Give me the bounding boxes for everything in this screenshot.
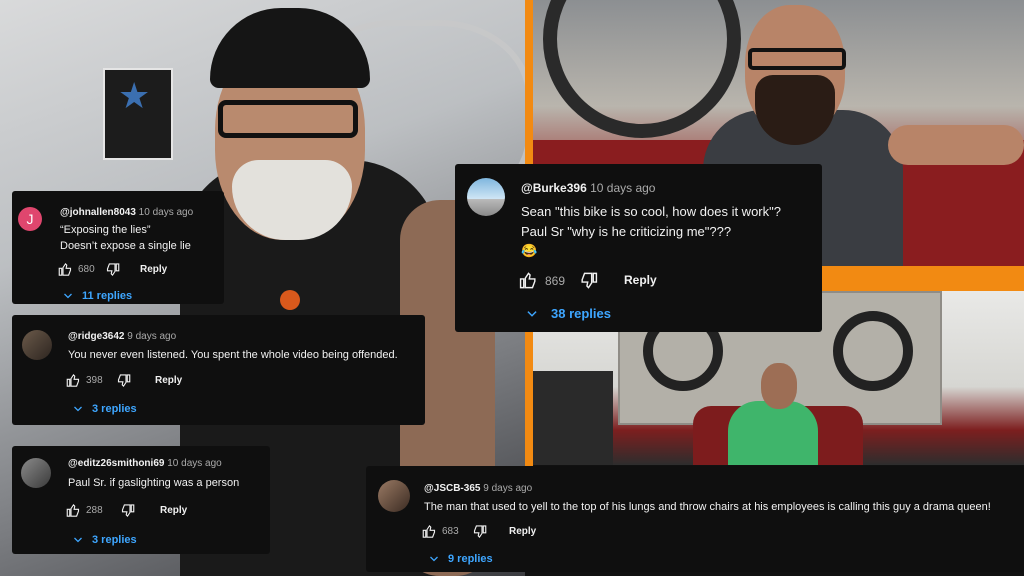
thumbs-down-icon — [121, 504, 135, 518]
thumbs-up-icon — [66, 373, 80, 387]
avatar[interactable] — [378, 480, 410, 512]
thumbs-down-icon — [581, 272, 598, 289]
view-replies-button[interactable]: 38 replies — [525, 306, 611, 321]
comment-time: 10 days ago — [138, 207, 194, 218]
comment-card: @Burke396 10 days ago Sean "this bike is… — [455, 164, 822, 332]
like-button[interactable]: 398 — [66, 373, 103, 388]
glasses — [748, 48, 846, 70]
comment-header: @JSCB-365 9 days ago — [424, 483, 532, 494]
chevron-down-icon — [74, 406, 82, 412]
like-count: 869 — [545, 273, 566, 288]
reply-button[interactable]: Reply — [140, 264, 167, 275]
thumbs-up-icon — [422, 524, 436, 538]
glasses — [218, 100, 358, 138]
replies-count: 9 replies — [448, 553, 493, 565]
person-body — [728, 401, 818, 465]
avatar[interactable] — [21, 458, 51, 488]
comment-text-line: “Exposing the lies” — [60, 224, 151, 236]
like-button[interactable]: 680 — [58, 262, 95, 277]
chevron-down-icon — [64, 293, 72, 299]
view-replies-button[interactable]: 3 replies — [72, 403, 137, 415]
thumbs-up-icon — [519, 272, 536, 289]
comment-time: 9 days ago — [483, 483, 533, 494]
dislike-button[interactable] — [105, 262, 120, 277]
comment-text-line: Paul Sr. if gaslighting was a person — [68, 477, 240, 489]
comment-time: 10 days ago — [167, 458, 222, 469]
replies-count: 3 replies — [92, 403, 137, 415]
avatar[interactable] — [22, 330, 52, 360]
comment-text-line: You never even listened. You spent the w… — [68, 349, 398, 361]
replies-count: 3 replies — [92, 534, 137, 546]
wheel-shape — [833, 311, 913, 391]
reply-button[interactable]: Reply — [155, 375, 182, 386]
comment-text-line: Sean "this bike is so cool, how does it … — [521, 204, 781, 219]
like-count: 288 — [86, 505, 103, 516]
comment-text-emoji: 😂 — [521, 243, 538, 258]
like-button[interactable]: 288 — [66, 503, 103, 518]
person-head — [761, 363, 797, 409]
like-count: 683 — [442, 526, 459, 537]
comment-time: 10 days ago — [590, 181, 656, 195]
comment-header: @Burke396 10 days ago — [521, 181, 655, 195]
comment-handle[interactable]: @editz26smithoni69 — [68, 458, 164, 469]
avatar-letter: J — [26, 211, 34, 227]
reply-button[interactable]: Reply — [624, 273, 657, 287]
wheel-shape — [543, 0, 741, 138]
dislike-button[interactable] — [120, 503, 135, 518]
reply-button[interactable]: Reply — [509, 526, 536, 537]
dislike-button[interactable] — [579, 271, 598, 290]
beanie — [210, 8, 370, 88]
like-count: 398 — [86, 375, 103, 386]
like-button[interactable]: 683 — [422, 524, 459, 539]
thumbs-down-icon — [117, 374, 131, 388]
comment-text-line: Doesn’t expose a single lie — [60, 240, 191, 252]
dislike-button[interactable] — [116, 373, 131, 388]
skull-icon — [280, 290, 300, 310]
replies-count: 11 replies — [82, 290, 133, 302]
chevron-down-icon — [430, 556, 438, 562]
comment-handle[interactable]: @ridge3642 — [68, 331, 124, 342]
chevron-down-icon — [74, 537, 82, 543]
comment-time: 9 days ago — [127, 331, 177, 342]
comment-card: @ridge3642 9 days ago You never even lis… — [12, 315, 425, 425]
comment-handle[interactable]: @JSCB-365 — [424, 483, 480, 494]
comment-handle[interactable]: @Burke396 — [521, 181, 587, 195]
reply-button[interactable]: Reply — [160, 505, 187, 516]
thumbs-down-icon — [106, 263, 120, 277]
view-replies-button[interactable]: 11 replies — [62, 290, 132, 302]
star-icon: ★ — [118, 75, 151, 116]
dislike-button[interactable] — [472, 524, 487, 539]
replies-count: 38 replies — [551, 306, 611, 321]
view-replies-button[interactable]: 9 replies — [428, 553, 493, 565]
comment-card: @JSCB-365 9 days ago The man that used t… — [366, 466, 1024, 572]
comment-header: @johnallen8043 10 days ago — [60, 207, 193, 218]
chevron-down-icon — [527, 310, 537, 317]
like-count: 680 — [78, 264, 95, 275]
view-replies-button[interactable]: 3 replies — [72, 534, 137, 546]
like-button[interactable]: 869 — [519, 271, 565, 290]
comment-text-line: The man that used to yell to the top of … — [424, 501, 991, 513]
comment-handle[interactable]: @johnallen8043 — [60, 207, 136, 218]
comment-header: @editz26smithoni69 10 days ago — [68, 458, 222, 469]
avatar[interactable]: J — [18, 207, 42, 231]
speaker — [533, 371, 613, 465]
person-arm — [888, 125, 1024, 165]
avatar[interactable] — [467, 178, 505, 216]
thumbs-up-icon — [66, 503, 80, 517]
comment-header: @ridge3642 9 days ago — [68, 331, 176, 342]
thumbs-down-icon — [473, 525, 487, 539]
comment-card: @editz26smithoni69 10 days ago Paul Sr. … — [12, 446, 270, 554]
comment-text-line: Paul Sr "why is he criticizing me"??? — [521, 224, 732, 239]
thumbs-up-icon — [58, 262, 72, 276]
comment-card: J @johnallen8043 10 days ago “Exposing t… — [12, 191, 224, 304]
